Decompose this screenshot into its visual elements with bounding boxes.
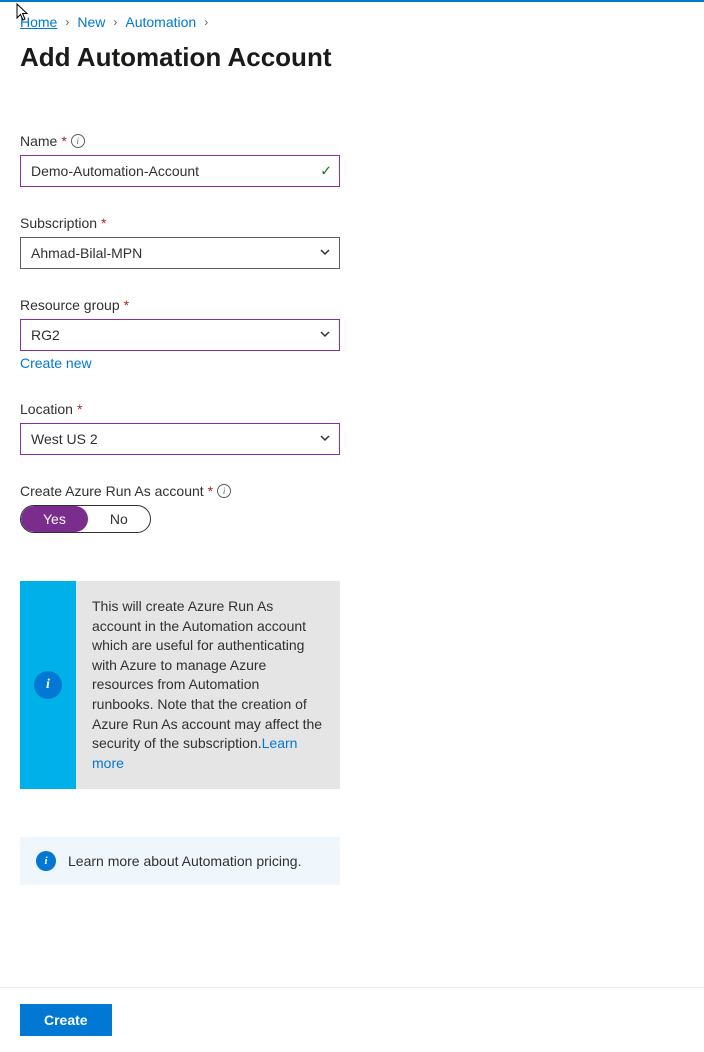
info-panel-bar: i	[20, 581, 76, 789]
breadcrumb: Home › New › Automation ›	[20, 14, 684, 30]
info-icon[interactable]: i	[71, 134, 85, 148]
label-text: Resource group	[20, 297, 120, 313]
required-indicator: *	[77, 401, 82, 417]
pricing-text: Learn more about Automation pricing.	[68, 853, 301, 869]
select-value: West US 2	[31, 431, 98, 447]
toggle-no[interactable]: No	[88, 506, 150, 532]
resource-group-select[interactable]: RG2	[20, 319, 340, 351]
select-value: Ahmad-Bilal-MPN	[31, 245, 142, 261]
run-as-toggle: Yes No	[20, 505, 151, 533]
breadcrumb-new[interactable]: New	[77, 14, 105, 30]
toggle-yes[interactable]: Yes	[21, 506, 88, 532]
required-indicator: *	[101, 215, 106, 231]
field-label-subscription: Subscription *	[20, 215, 340, 231]
field-name: Name * i ✓	[20, 133, 340, 187]
create-new-link[interactable]: Create new	[20, 355, 92, 371]
field-label-name: Name * i	[20, 133, 340, 149]
field-location: Location * West US 2	[20, 401, 340, 455]
field-subscription: Subscription * Ahmad-Bilal-MPN	[20, 215, 340, 269]
name-input[interactable]	[20, 155, 340, 187]
subscription-select[interactable]: Ahmad-Bilal-MPN	[20, 237, 340, 269]
chevron-down-icon	[319, 327, 331, 343]
info-panel-body: This will create Azure Run As account in…	[76, 581, 340, 789]
label-text: Location	[20, 401, 73, 417]
footer: Create	[0, 987, 704, 1052]
pricing-panel[interactable]: i Learn more about Automation pricing.	[20, 837, 340, 885]
required-indicator: *	[124, 297, 129, 313]
select-value: RG2	[31, 327, 60, 343]
create-button[interactable]: Create	[20, 1004, 112, 1036]
field-label-resource-group: Resource group *	[20, 297, 340, 313]
breadcrumb-home[interactable]: Home	[20, 14, 57, 30]
field-label-location: Location *	[20, 401, 340, 417]
field-label-run-as: Create Azure Run As account * i	[20, 483, 340, 499]
chevron-right-icon: ›	[204, 15, 208, 29]
checkmark-icon: ✓	[320, 163, 332, 180]
label-text: Subscription	[20, 215, 97, 231]
chevron-right-icon: ›	[65, 15, 69, 29]
info-text: This will create Azure Run As account in…	[92, 598, 322, 751]
location-select[interactable]: West US 2	[20, 423, 340, 455]
info-icon: i	[36, 851, 56, 871]
field-run-as: Create Azure Run As account * i Yes No	[20, 483, 340, 533]
label-text: Name	[20, 133, 57, 149]
chevron-right-icon: ›	[113, 15, 117, 29]
field-resource-group: Resource group * RG2 Create new	[20, 297, 340, 373]
chevron-down-icon	[319, 245, 331, 261]
info-icon[interactable]: i	[217, 484, 231, 498]
input-wrap-name: ✓	[20, 155, 340, 187]
required-indicator: *	[208, 483, 213, 499]
breadcrumb-automation[interactable]: Automation	[125, 14, 196, 30]
label-text: Create Azure Run As account	[20, 483, 204, 499]
info-panel: i This will create Azure Run As account …	[20, 581, 340, 789]
page-title: Add Automation Account	[20, 42, 684, 73]
info-icon: i	[34, 671, 62, 699]
required-indicator: *	[61, 133, 66, 149]
chevron-down-icon	[319, 431, 331, 447]
